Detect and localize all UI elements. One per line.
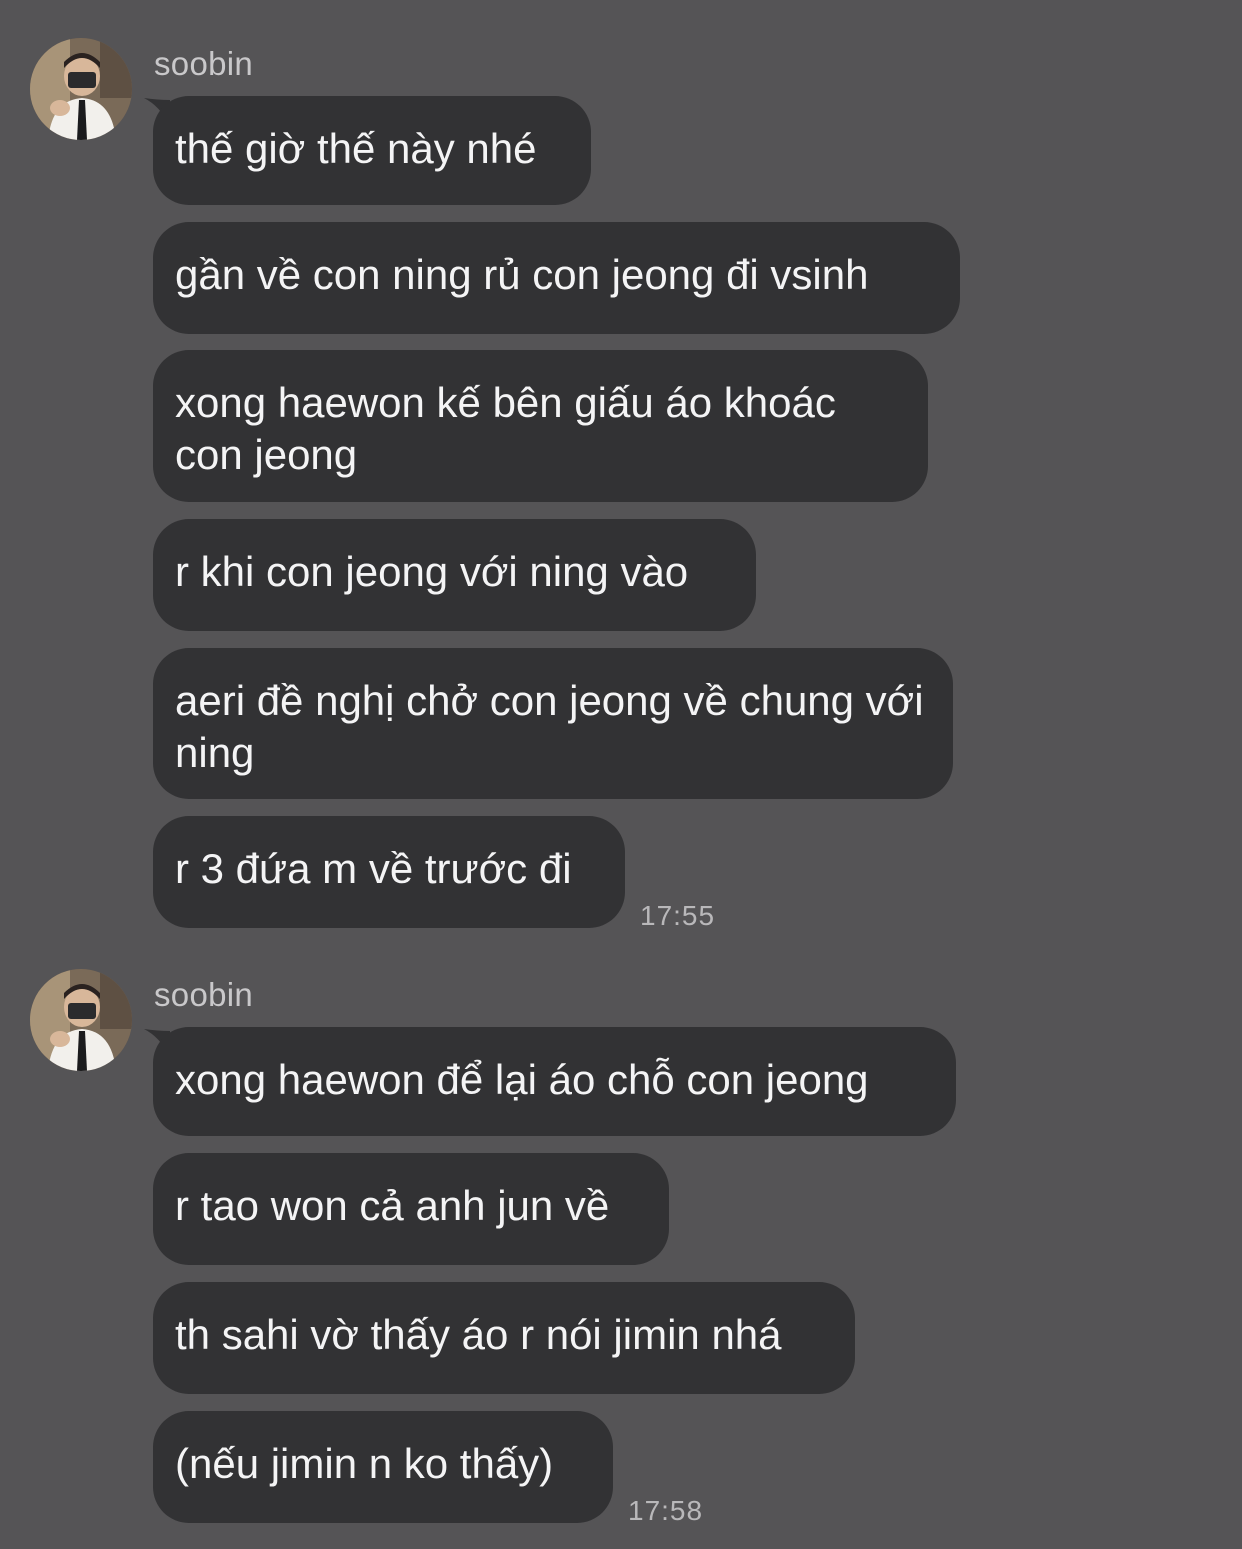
message-bubble[interactable]: thế giờ thế này nhé: [153, 96, 591, 205]
message-bubble[interactable]: th sahi vờ thấy áo r nói jimin nhá: [153, 1282, 855, 1394]
message-bubble[interactable]: aeri đề nghị chở con jeong về chung với …: [153, 648, 953, 799]
message-timestamp: 17:58: [628, 1495, 704, 1526]
message-bubble[interactable]: gần về con ning rủ con jeong đi vsinh: [153, 222, 960, 334]
message-bubble[interactable]: (nếu jimin n ko thấy): [153, 1411, 613, 1523]
message-bubble[interactable]: xong haewon kế bên giấu áo khoác con jeo…: [153, 350, 928, 502]
message-bubble[interactable]: r 3 đứa m về trước đi: [153, 816, 625, 928]
message-bubble[interactable]: r tao won cả anh jun về: [153, 1153, 669, 1265]
avatar[interactable]: [30, 969, 132, 1071]
message-timestamp: 17:55: [640, 900, 716, 931]
sender-name: soobin: [154, 45, 254, 82]
avatar[interactable]: [30, 38, 132, 140]
message-bubble[interactable]: xong haewon để lại áo chỗ con jeong: [153, 1027, 956, 1136]
message-bubble[interactable]: r khi con jeong với ning vào: [153, 519, 756, 631]
sender-name: soobin: [154, 976, 254, 1013]
